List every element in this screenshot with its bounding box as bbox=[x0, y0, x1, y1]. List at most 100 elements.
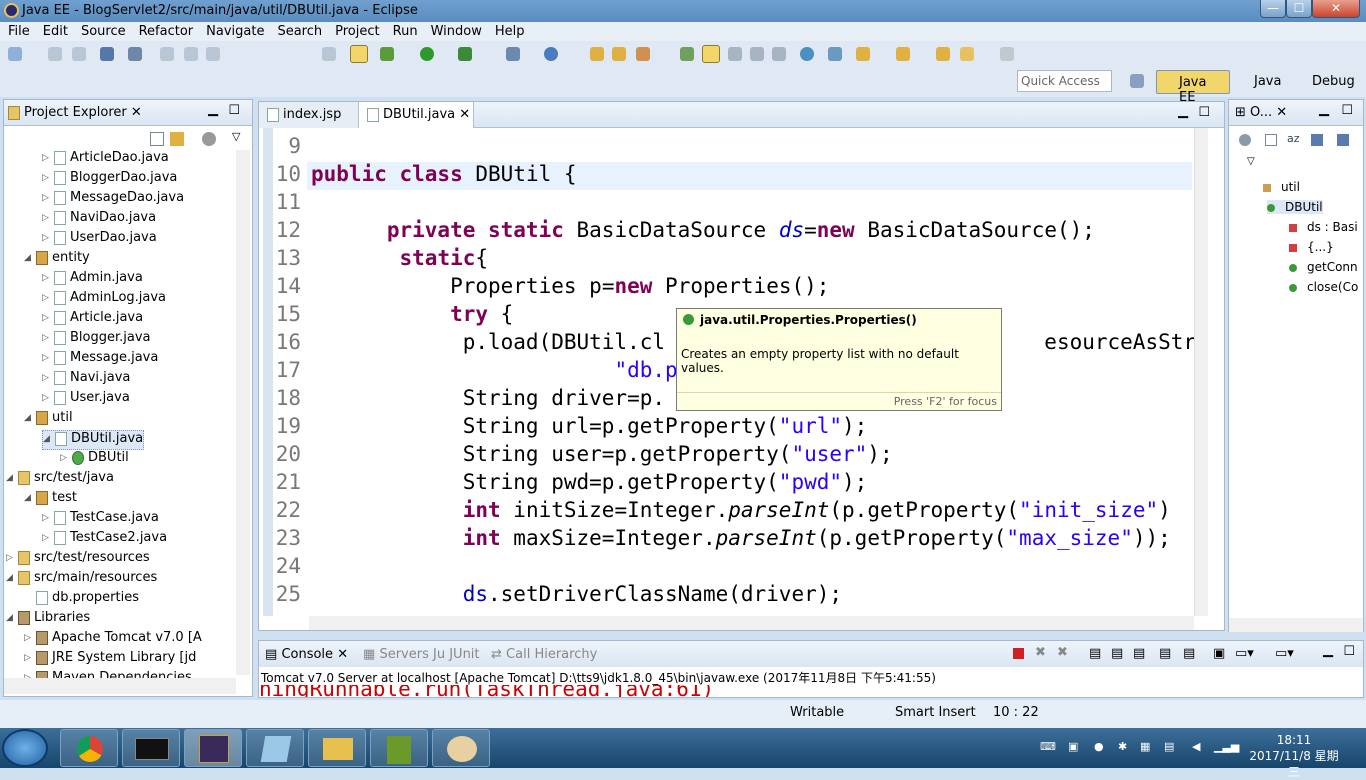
twisty-icon[interactable]: ▷ bbox=[42, 213, 54, 223]
tree-item[interactable]: ▷ Message.java bbox=[42, 350, 158, 370]
tab-servers[interactable]: ▦ Servers bbox=[363, 647, 429, 662]
maximize-view-icon[interactable]: ☐ bbox=[1341, 103, 1353, 118]
twisty-icon[interactable]: ◢ bbox=[24, 253, 36, 263]
menu-window[interactable]: Window bbox=[423, 22, 487, 39]
ime-icon[interactable]: ▤ bbox=[1164, 740, 1174, 753]
project-explorer-tab[interactable]: Project Explorer ✕ bbox=[8, 105, 142, 120]
twisty-icon[interactable]: ▷ bbox=[42, 513, 54, 523]
twisty-icon[interactable]: ▷ bbox=[24, 633, 36, 643]
outline-tab[interactable]: ⊞ O... ✕ bbox=[1235, 105, 1287, 120]
twisty-icon[interactable]: ▷ bbox=[42, 393, 54, 403]
outline-item[interactable]: {...} bbox=[1289, 240, 1334, 254]
tree-item[interactable]: ◢ DBUtil.java bbox=[42, 430, 145, 450]
resume-icon[interactable] bbox=[160, 47, 174, 61]
tree-item[interactable]: ◢ src/main/resources bbox=[6, 570, 157, 590]
tab-index-jsp[interactable]: index.jsp bbox=[259, 102, 359, 128]
use-step-filters-icon[interactable] bbox=[322, 47, 336, 61]
explorer-taskbar-icon[interactable] bbox=[308, 729, 366, 767]
system-clock[interactable]: 18:11 2017/11/8 星期三 bbox=[1244, 732, 1344, 780]
minimize-editor-icon[interactable]: ▁ bbox=[1178, 104, 1188, 119]
maximize-button[interactable]: ☐ bbox=[1286, 0, 1312, 18]
twisty-icon[interactable]: ◢ bbox=[6, 573, 18, 583]
new-icon[interactable] bbox=[8, 47, 22, 61]
display-console-icon[interactable]: ▭▾ bbox=[1235, 646, 1254, 661]
tree-item[interactable]: ▷ AdminLog.java bbox=[42, 290, 166, 310]
code-line[interactable]: int maxSize=Integer.parseInt(p.getProper… bbox=[311, 526, 1171, 550]
pin-console-icon[interactable]: ▣ bbox=[1213, 646, 1225, 661]
twisty-icon[interactable]: ◢ bbox=[24, 413, 36, 423]
close-icon[interactable]: ✕ bbox=[337, 647, 348, 662]
twisty-icon[interactable]: ▷ bbox=[42, 233, 54, 243]
menu-search[interactable]: Search bbox=[269, 22, 327, 39]
highlight-toggle-icon[interactable] bbox=[702, 45, 720, 63]
start-button[interactable] bbox=[2, 729, 48, 767]
twisty-icon[interactable]: ◢ bbox=[43, 434, 55, 444]
tab-console[interactable]: ▤ Console ✕ bbox=[265, 647, 348, 662]
code-line[interactable]: "db.p bbox=[311, 358, 677, 382]
eclipse-taskbar-icon[interactable] bbox=[184, 729, 242, 767]
view-menu-icon[interactable]: ▽ bbox=[232, 130, 240, 143]
web-browser-icon[interactable] bbox=[800, 47, 814, 61]
tree-item[interactable]: ▷ Navi.java bbox=[42, 370, 130, 390]
qq-icon[interactable]: ● bbox=[1094, 740, 1104, 753]
debug-icon[interactable] bbox=[380, 47, 394, 61]
volume-icon[interactable]: ◀ bbox=[1192, 740, 1200, 753]
tree-item[interactable]: ◢ test bbox=[24, 490, 77, 510]
tab-call-hierarchy[interactable]: ⇄ Call Hierarchy bbox=[491, 647, 597, 662]
terminate-icon[interactable] bbox=[1013, 648, 1024, 659]
terminate-icon[interactable] bbox=[206, 47, 220, 61]
code-line[interactable]: static{ bbox=[311, 246, 489, 270]
minimize-view-icon[interactable]: ▁ bbox=[1319, 102, 1329, 117]
view-menu-icon[interactable]: ▽ bbox=[1247, 156, 1255, 167]
tree-horizontal-scrollbar[interactable] bbox=[4, 678, 236, 694]
tree-item[interactable]: ▷ Blogger.java bbox=[42, 330, 151, 350]
remove-launch-icon[interactable]: ✖ bbox=[1035, 645, 1046, 660]
close-icon[interactable]: ✕ bbox=[1276, 105, 1287, 120]
twisty-icon[interactable]: ▷ bbox=[60, 453, 72, 463]
tree-item[interactable]: db.properties bbox=[24, 590, 139, 610]
new-server-icon[interactable] bbox=[506, 47, 520, 61]
close-icon[interactable]: ✕ bbox=[459, 107, 470, 122]
skip-breakpoints-icon[interactable] bbox=[128, 47, 142, 61]
code-line[interactable]: String user=p.getProperty("user"); bbox=[311, 442, 893, 466]
run-icon[interactable] bbox=[420, 47, 434, 61]
twisty-icon[interactable]: ◢ bbox=[6, 473, 18, 483]
close-button[interactable]: ✕ bbox=[1312, 0, 1360, 18]
outline-item[interactable]: DBUtil bbox=[1267, 200, 1323, 214]
minimize-view-icon[interactable]: ▁ bbox=[1323, 643, 1333, 658]
menu-navigate[interactable]: Navigate bbox=[198, 22, 269, 39]
suspend-icon[interactable] bbox=[184, 47, 198, 61]
outline-item[interactable]: getConn bbox=[1289, 260, 1358, 274]
perspective-java[interactable]: Java bbox=[1232, 70, 1292, 94]
tree-item[interactable]: ▷ MessageDao.java bbox=[42, 190, 184, 210]
hide-static-icon[interactable] bbox=[1337, 134, 1349, 146]
menu-file[interactable]: File bbox=[0, 22, 35, 39]
tree-item[interactable]: ▷ User.java bbox=[42, 390, 130, 410]
code-line[interactable]: int initSize=Integer.parseInt(p.getPrope… bbox=[311, 498, 1171, 522]
tree-item[interactable]: ▷ TestCase2.java bbox=[42, 530, 167, 550]
code-line[interactable]: public class DBUtil { bbox=[311, 162, 577, 186]
menu-project[interactable]: Project bbox=[327, 22, 384, 39]
outline-item[interactable]: ds : Basi bbox=[1289, 220, 1358, 234]
menu-refactor[interactable]: Refactor bbox=[131, 22, 199, 39]
forward-icon[interactable] bbox=[1000, 47, 1014, 61]
tab-dbutil-java[interactable]: DBUtil.java ✕ bbox=[359, 102, 474, 128]
collapse-all-icon[interactable] bbox=[1265, 134, 1277, 146]
menu-help[interactable]: Help bbox=[487, 22, 530, 39]
refresh-icon[interactable] bbox=[828, 47, 842, 61]
editor-horizontal-scrollbar[interactable] bbox=[309, 616, 1194, 630]
show-stderr-icon[interactable]: ▤ bbox=[1183, 646, 1195, 661]
tree-item[interactable]: ▷ JRE System Library [jd bbox=[24, 650, 196, 670]
sort-icon[interactable]: az bbox=[1287, 132, 1300, 145]
console-output[interactable]: ningRunnable.run(TaskThread.java:61) bbox=[259, 685, 714, 697]
clear-console-icon[interactable]: ▤ bbox=[1089, 646, 1101, 661]
run-last-tool-icon[interactable] bbox=[458, 47, 472, 61]
outline-item[interactable]: close(Co bbox=[1289, 280, 1358, 294]
cmd-taskbar-icon[interactable] bbox=[122, 729, 180, 767]
editor-taskbar-icon[interactable] bbox=[370, 729, 428, 767]
code-line[interactable]: ds.setDriverClassName(driver); bbox=[311, 582, 842, 606]
code-line[interactable]: String pwd=p.getProperty("pwd"); bbox=[311, 470, 868, 494]
tree-item[interactable]: ▷ ArticleDao.java bbox=[42, 150, 169, 170]
tree-item[interactable]: ▷ TestCase.java bbox=[42, 510, 159, 530]
tree-item[interactable]: ▷ Article.java bbox=[42, 310, 143, 330]
